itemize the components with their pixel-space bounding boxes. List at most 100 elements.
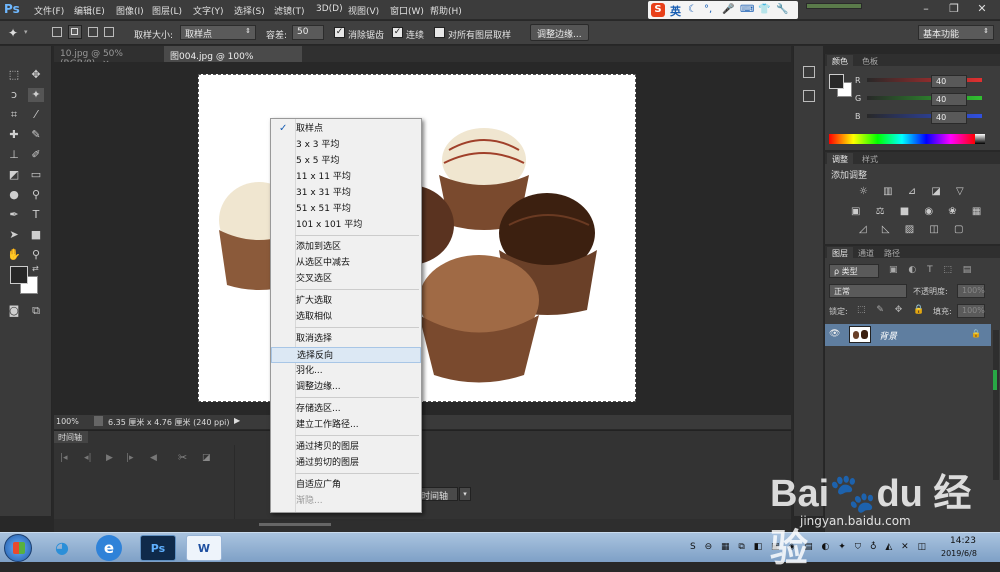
next-frame-icon[interactable]: |▸ [126,453,134,463]
swap-colors-icon[interactable]: ⇄ [32,264,39,273]
brush-tool-icon[interactable]: ✎ [28,128,44,142]
start-button[interactable] [4,534,32,562]
context-menu-item[interactable]: 选择反向 [271,347,421,363]
menu-type[interactable]: 文字(Y) [193,4,224,17]
microphone-icon[interactable]: 🎤 [722,4,734,15]
grayscale-ramp[interactable] [975,134,985,144]
foreground-color-swatch[interactable] [829,74,844,89]
menu-help[interactable]: 帮助(H) [430,4,462,17]
tab-adjustments[interactable]: 调整 [827,153,853,166]
doc-tab-active[interactable]: 图004.jpg @ 100%(RGB/8#) × [164,46,302,72]
rectangle-tool-icon[interactable]: ■ [28,228,44,242]
magic-wand-icon[interactable]: ✦ [28,88,44,102]
marquee-tool-icon[interactable]: ⬚ [6,68,22,82]
add-selection-icon[interactable] [68,25,82,39]
context-menu-item[interactable]: 101 x 101 平均 [271,217,421,233]
menu-image[interactable]: 图像(I) [116,4,144,17]
eye-icon[interactable]: 👁 [829,329,840,339]
clone-stamp-icon[interactable]: ⊥ [6,148,22,162]
lasso-tool-icon[interactable]: ↄ [6,88,22,102]
create-timeline-button[interactable]: 时间轴 [416,487,458,502]
wrench-icon[interactable]: 🔧 [776,4,788,15]
layers-scrollbar[interactable] [993,330,999,480]
context-menu-item[interactable]: 取样点 [271,121,421,137]
menu-select[interactable]: 选择(S) [234,4,265,17]
share-icon[interactable] [94,416,103,426]
adjustment-icons-row2[interactable]: ▣ ⚖ ■ ◉ ❀ ▦ [851,206,987,217]
refine-edge-button[interactable]: 调整边缘... [530,24,589,41]
magic-wand-tool-icon[interactable]: ✦ [8,26,18,40]
first-frame-icon[interactable]: |◂ [60,453,68,463]
history-brush-icon[interactable]: ✐ [28,148,44,162]
tab-color[interactable]: 颜色 [827,55,853,68]
context-menu-item[interactable]: 羽化... [271,363,421,379]
ime-lang-label[interactable]: 英 [670,3,681,19]
context-menu-item[interactable]: 3 x 3 平均 [271,137,421,153]
screen-mode-icon[interactable]: ⧉ [28,304,44,318]
play-icon[interactable]: ▶ [106,453,113,463]
foreground-color-swatch[interactable] [10,266,28,284]
context-menu-item[interactable]: 交叉选区 [271,271,421,287]
menu-file[interactable]: 文件(F) [34,4,64,17]
history-icon[interactable] [803,66,815,78]
lock-icons[interactable]: ⬚ ✎ ✥ 🔒 [857,305,928,315]
layer-row-background[interactable]: 👁 背景 🔒 [825,324,991,346]
layer-name[interactable]: 背景 [879,329,897,342]
menu-edit[interactable]: 编辑(E) [74,4,105,17]
ime-toolbar[interactable]: S 英 ☾ °, 🎤 ⌨ 👕 🔧 [648,1,798,19]
menu-window[interactable]: 窗口(W) [390,4,424,17]
context-menu-item[interactable]: 取消选择 [271,331,421,347]
context-menu-item[interactable]: 从选区中减去 [271,255,421,271]
sample-size-select[interactable]: 取样点 ⇕ [180,25,256,40]
taskbar-photoshop[interactable]: Ps [140,535,176,561]
hand-tool-icon[interactable]: ✋ [6,248,22,262]
opacity-input[interactable]: 100% [957,284,985,298]
workspace-select[interactable]: 基本功能 ⇕ [918,25,994,40]
path-selection-icon[interactable]: ➤ [6,228,22,242]
chevron-down-icon[interactable]: ▾ [459,487,471,501]
context-menu-item[interactable]: 5 x 5 平均 [271,153,421,169]
audio-icon[interactable]: ◀ [150,453,157,463]
red-value[interactable]: 40 [931,75,967,88]
healing-brush-icon[interactable]: ✚ [6,128,22,142]
transition-icon[interactable]: ◪ [202,453,211,463]
blend-mode-select[interactable]: 正常 [829,284,907,298]
context-menu-item[interactable]: 调整边缘... [271,379,421,395]
context-menu-item[interactable]: 添加到选区 [271,239,421,255]
blue-value[interactable]: 40 [931,111,967,124]
zoom-slider[interactable] [259,523,331,526]
close-button[interactable]: ✕ [968,0,996,18]
context-menu-item[interactable]: 建立工作路径... [271,417,421,433]
subtract-selection-icon[interactable] [88,27,98,37]
properties-icon[interactable] [803,90,815,102]
context-menu-item[interactable]: 扩大选取 [271,293,421,309]
punctuation-icon[interactable]: °, [704,4,712,15]
context-menu-item[interactable]: 选取相似 [271,309,421,325]
crop-tool-icon[interactable]: ⌗ [6,108,22,122]
eraser-tool-icon[interactable]: ◩ [6,168,22,182]
context-menu-item[interactable]: 11 x 11 平均 [271,169,421,185]
minimize-button[interactable]: – [912,0,940,18]
eyedropper-tool-icon[interactable]: ⁄ [28,108,44,122]
adjustment-icons-row3[interactable]: ◿ ◺ ▨ ◫ ▢ [859,224,969,235]
menu-filter[interactable]: 滤镜(T) [274,4,305,17]
timeline-tab[interactable]: 时间轴 [54,431,88,443]
new-selection-icon[interactable] [52,27,62,37]
clock-date[interactable]: 2019/6/8 [941,549,977,558]
color-spectrum-bar[interactable] [829,134,975,144]
antialias-checkbox[interactable]: ✓ [334,27,345,38]
keyboard-icon[interactable]: ⌨ [740,4,754,15]
menu-view[interactable]: 视图(V) [348,4,379,17]
context-menu-item[interactable]: 存储选区... [271,401,421,417]
blur-tool-icon[interactable]: ● [6,188,22,202]
tab-channels[interactable]: 通道 [853,247,879,260]
system-tray-icons[interactable]: S ⊖ ▦ ⧉ ◧ ▣ ◈ ▤ ◐ ✦ ⛉ ♁ ◭ ✕ ◫ [690,542,929,552]
ie-icon[interactable]: e [96,535,122,561]
filter-icons[interactable]: ▣ ◐ T ⬚ ▤ [889,265,975,275]
tolerance-input[interactable]: 50 [292,25,324,40]
intersect-selection-icon[interactable] [104,27,114,37]
sogou-icon[interactable]: S [651,3,665,17]
clock-time[interactable]: 14:23 [950,536,976,546]
menu-3d[interactable]: 3D(D) [316,4,343,14]
quick-mask-icon[interactable]: ◙ [6,304,22,318]
